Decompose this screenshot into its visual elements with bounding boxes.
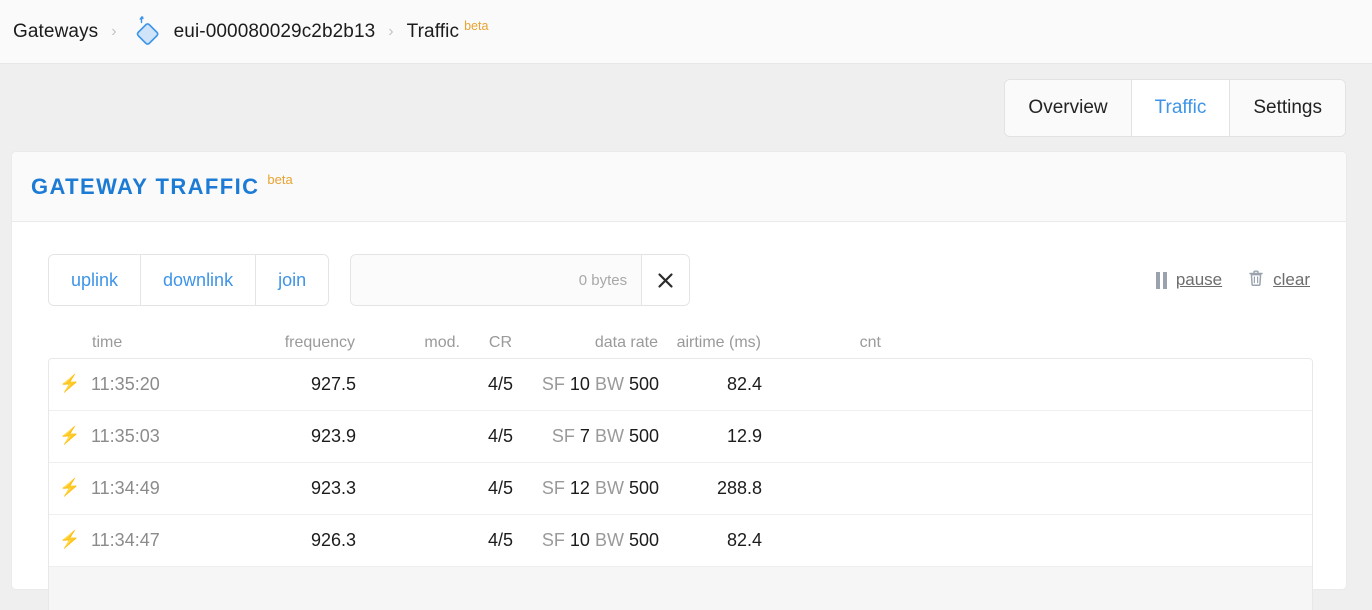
cell-airtime: 288.8 [716, 478, 762, 498]
cell-time: 11:34:49 [91, 478, 160, 498]
cell-airtime: 12.9 [726, 426, 762, 446]
cell-data-rate: SF 10 BW 500 [513, 374, 659, 395]
bw-value: 500 [628, 374, 659, 394]
uplink-bolt-icon: ⚡ [59, 374, 81, 393]
bw-value: 500 [628, 426, 659, 446]
table-row[interactable]: ⚡ 11:35:20 927.5 4/5 SF 10 BW 500 82.4 [49, 359, 1312, 411]
bw-value: 500 [628, 530, 659, 550]
tab-overview[interactable]: Overview [1005, 79, 1132, 136]
filter-join-button[interactable]: join [256, 255, 329, 305]
sf-label: SF [541, 374, 565, 394]
traffic-controls: uplink downlink join pause [48, 254, 1310, 306]
th-airtime: airtime (ms) [676, 334, 761, 351]
pause-label: pause [1175, 270, 1223, 289]
sf-label: SF [541, 530, 565, 550]
filter-button-group: uplink downlink join [48, 254, 330, 306]
th-data-rate: data rate [594, 334, 658, 351]
cell-data-rate: SF 10 BW 500 [513, 530, 659, 551]
bw-label: BW [594, 374, 624, 394]
cell-time: 11:35:03 [91, 426, 160, 446]
gateway-diamond-icon [130, 15, 164, 49]
traffic-actions: pause clear [1155, 269, 1310, 292]
cell-cr: 4/5 [487, 530, 513, 550]
cell-frequency: 923.3 [310, 478, 356, 498]
cell-data-rate: SF 12 BW 500 [513, 478, 659, 499]
bw-label: BW [594, 426, 624, 446]
table-row[interactable]: ⚡ 11:34:49 923.3 4/5 SF 12 BW 500 288.8 [49, 463, 1312, 515]
page-tabs-row: Overview Traffic Settings [0, 64, 1372, 151]
search-input[interactable] [351, 255, 642, 305]
gateway-traffic-card: GATEWAY TRAFFIC beta uplink downlink joi… [11, 151, 1347, 610]
table-row[interactable]: ⚡ 11:35:03 923.9 4/5 SF 7 BW 500 12.9 [49, 411, 1312, 463]
cell-airtime: 82.4 [726, 530, 762, 550]
trash-icon [1248, 269, 1264, 292]
card-header: GATEWAY TRAFFIC beta [12, 152, 1346, 222]
table-row[interactable]: ⚡ 11:34:47 926.3 4/5 SF 10 BW 500 82.4 [49, 515, 1312, 567]
clear-label: clear [1273, 270, 1310, 289]
search-field-wrapper [350, 254, 691, 306]
table-row[interactable] [49, 567, 1312, 610]
sf-value: 7 [579, 426, 590, 446]
card-beta-badge: beta [267, 172, 293, 187]
bw-value: 500 [628, 478, 659, 498]
sf-value: 12 [569, 478, 590, 498]
th-frequency: frequency [284, 334, 355, 351]
sf-value: 10 [569, 374, 590, 394]
traffic-table-header: time frequency mod. CR data rate airtime… [48, 324, 1310, 358]
uplink-bolt-icon: ⚡ [59, 426, 81, 445]
cell-cr: 4/5 [487, 478, 513, 498]
cell-time: 11:34:47 [91, 530, 160, 550]
cell-frequency: 926.3 [310, 530, 356, 550]
close-x-icon[interactable] [641, 255, 690, 305]
cell-data-rate: SF 7 BW 500 [513, 426, 659, 447]
breadcrumb-bar: Gateways › eui-000080029c2b2b13 › Traffi… [0, 0, 1372, 64]
tab-traffic[interactable]: Traffic [1131, 79, 1231, 136]
cell-frequency: 923.9 [310, 426, 356, 446]
th-time: time [92, 334, 123, 351]
cell-time: 11:35:20 [91, 374, 160, 394]
tab-group: Overview Traffic Settings [1004, 78, 1346, 137]
uplink-bolt-icon: ⚡ [59, 530, 81, 549]
cell-airtime: 82.4 [726, 374, 762, 394]
th-cr: CR [488, 334, 512, 351]
cell-frequency: 927.5 [310, 374, 356, 394]
sf-value: 10 [569, 530, 590, 550]
breadcrumb-current: Traffic [406, 20, 460, 42]
bw-label: BW [594, 478, 624, 498]
page-title: GATEWAY TRAFFIC [31, 173, 260, 199]
card-body: uplink downlink join pause [12, 222, 1346, 610]
filter-downlink-button[interactable]: downlink [141, 255, 257, 305]
breadcrumb-root-link[interactable]: Gateways [13, 21, 98, 43]
cell-cr: 4/5 [487, 374, 513, 394]
th-mod: mod. [424, 334, 460, 351]
breadcrumb-gateway-link[interactable]: eui-000080029c2b2b13 [174, 21, 376, 43]
breadcrumb-beta-badge: beta [464, 18, 489, 33]
pause-icon [1155, 271, 1167, 289]
cell-cr: 4/5 [487, 426, 513, 446]
uplink-bolt-icon: ⚡ [59, 478, 81, 497]
sf-label: SF [551, 426, 575, 446]
filter-uplink-button[interactable]: uplink [49, 255, 142, 305]
breadcrumb-separator: › [111, 22, 117, 40]
sf-label: SF [541, 478, 565, 498]
traffic-table: ⚡ 11:35:20 927.5 4/5 SF 10 BW 500 82.4 ⚡… [48, 358, 1313, 610]
clear-button[interactable]: clear [1248, 269, 1310, 292]
bw-label: BW [594, 530, 624, 550]
pause-button[interactable]: pause [1155, 270, 1223, 290]
tab-settings[interactable]: Settings [1230, 79, 1345, 136]
breadcrumb-separator-2: › [388, 22, 394, 40]
th-cnt: cnt [859, 334, 881, 351]
